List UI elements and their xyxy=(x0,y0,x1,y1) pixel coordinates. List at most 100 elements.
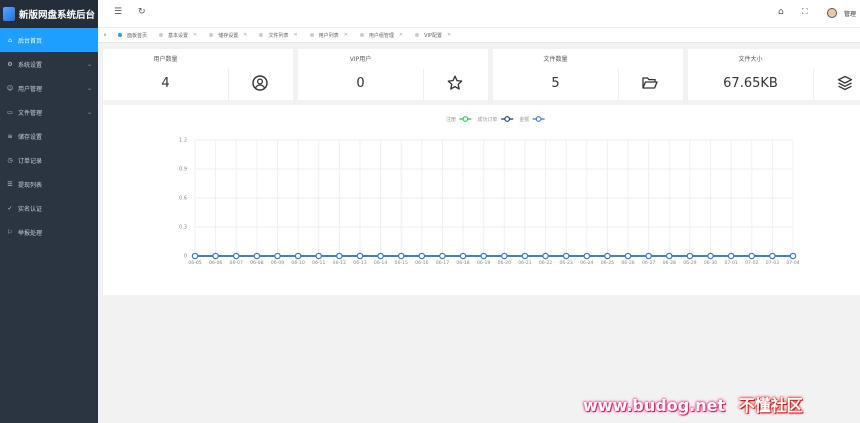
data-point xyxy=(769,252,776,260)
data-point xyxy=(686,252,694,260)
card-value: 67.65KB xyxy=(723,76,778,91)
data-point xyxy=(274,252,281,260)
sidebar-item[interactable]: ☰ 提现列表 xyxy=(0,172,98,196)
data-point xyxy=(294,252,302,260)
tab-close-icon[interactable]: ✕ xyxy=(399,32,403,38)
data-point xyxy=(418,252,425,260)
card-users: 用户数量 4 xyxy=(103,49,293,100)
x-tick-label: 06-11 xyxy=(312,260,325,266)
tab[interactable]: 面板首页 xyxy=(112,28,153,43)
refresh-icon[interactable]: ↻ xyxy=(138,7,146,17)
menu-toggle-icon[interactable]: ☰ xyxy=(114,7,122,17)
brand[interactable]: 新版网盘系统后台 xyxy=(0,0,98,28)
tab-label: 文件列表 xyxy=(268,32,289,39)
user-name[interactable]: 管理 xyxy=(844,9,856,18)
tab[interactable]: 用户列表 ✕ xyxy=(304,28,354,43)
x-tick-label: 06-14 xyxy=(374,260,387,266)
chevron-down-icon: ⌄ xyxy=(86,84,92,92)
tab[interactable]: VIP配置 ✕ xyxy=(409,28,457,43)
card-files: 文件数量 5 xyxy=(493,49,683,100)
tab-label: 基本设置 xyxy=(168,32,189,39)
list-icon: ☰ xyxy=(7,180,13,188)
home-icon[interactable]: ⌂ xyxy=(778,7,784,17)
tab-close-icon[interactable]: ✕ xyxy=(243,32,247,38)
tab[interactable]: 储存设置 ✕ xyxy=(203,28,253,43)
card-title: 文件大小 xyxy=(738,56,763,63)
sidebar-item[interactable]: ≡ 储存设置 xyxy=(0,124,98,148)
gear-icon: ⚙ xyxy=(7,60,13,68)
x-tick-label: 06-26 xyxy=(621,260,634,266)
sidebar-item[interactable]: ⌂ 后台首页 xyxy=(0,28,98,52)
tabs-left-arrow-icon[interactable]: ‹ xyxy=(98,31,112,39)
data-point xyxy=(563,252,570,260)
sidebar-item-label: 提现列表 xyxy=(18,181,43,189)
x-tick-label: 06-21 xyxy=(518,260,531,266)
tab-close-icon[interactable]: ✕ xyxy=(447,32,451,38)
avatar[interactable] xyxy=(827,8,837,18)
x-tick-label: 06-15 xyxy=(395,260,408,266)
chevron-down-icon: ⌄ xyxy=(86,108,92,116)
report-icon: ⚐ xyxy=(7,228,13,236)
data-point xyxy=(398,252,405,260)
data-point xyxy=(336,252,343,260)
data-point xyxy=(624,252,632,260)
tab[interactable]: 基本设置 ✕ xyxy=(153,28,203,43)
sidebar-item[interactable]: ◷ 订单记录 xyxy=(0,148,98,172)
data-point xyxy=(542,252,549,260)
tab[interactable]: 用户组管理 ✕ xyxy=(354,28,409,43)
y-tick-label: 0.9 xyxy=(179,167,187,173)
data-point xyxy=(604,252,611,260)
sidebar-item[interactable]: ✓ 实名认证 xyxy=(0,196,98,220)
x-tick-label: 06-25 xyxy=(601,260,614,266)
sidebar-item[interactable]: ☺ 用户管理 ⌄ xyxy=(0,76,98,100)
x-tick-label: 06-30 xyxy=(704,260,717,266)
x-tick-label: 06-23 xyxy=(559,260,572,266)
legend-label: 注册 xyxy=(446,116,456,123)
sidebar-item-label: 系统设置 xyxy=(18,61,43,69)
sidebar-item-label: 订单记录 xyxy=(18,157,43,165)
user-circle-icon xyxy=(249,73,271,93)
verify-icon: ✓ xyxy=(7,204,13,212)
card-value: 0 xyxy=(356,76,365,91)
legend-marker xyxy=(504,116,511,122)
tabs-bar: ‹ 面板首页 基本设置 ✕ 储存设置 ✕ 文件列表 ✕ 用户列表 ✕ 用户组管理 ✕ VIP配置 ✕ xyxy=(98,28,860,43)
sidebar-item[interactable]: ⚐ 举报处理 xyxy=(0,220,98,244)
x-tick-label: 07-03 xyxy=(766,260,779,266)
tab-dot-icon xyxy=(159,33,164,37)
x-tick-label: 07-02 xyxy=(745,260,758,266)
x-tick-label: 07-01 xyxy=(724,260,737,266)
tab-close-icon[interactable]: ✕ xyxy=(344,32,348,38)
app-logo-icon xyxy=(3,7,15,21)
sidebar-item-label: 文件管理 xyxy=(18,109,43,117)
user-icon: ☺ xyxy=(6,84,14,92)
tab-dot-icon xyxy=(309,33,314,37)
x-tick-label: 06-20 xyxy=(498,260,511,266)
legend-label: 金额 xyxy=(519,116,529,123)
data-point xyxy=(789,252,797,260)
data-point xyxy=(439,252,446,260)
fullscreen-icon[interactable]: ⛶ xyxy=(802,7,808,17)
data-point xyxy=(233,252,240,260)
card-title: VIP用户 xyxy=(349,56,372,63)
y-tick-label: 1.2 xyxy=(179,138,187,144)
tab-close-icon[interactable]: ✕ xyxy=(293,32,297,38)
home-icon: ⌂ xyxy=(8,36,12,44)
sidebar-item[interactable]: ▭ 文件管理 ⌄ xyxy=(0,100,98,124)
sidebar-menu: ⌂ 后台首页 ⚙ 系统设置 ⌄ ☺ 用户管理 ⌄ ▭ 文件管理 ⌄ ≡ 储存设置 ◷ 订单记录 ☰ 提现列表 ✓ 实… xyxy=(0,28,98,244)
x-tick-label: 06-09 xyxy=(271,260,284,266)
tab-close-icon[interactable]: ✕ xyxy=(193,32,197,38)
data-point xyxy=(748,252,755,260)
watermark-name: 不懂社区 xyxy=(738,396,803,415)
tab[interactable]: 文件列表 ✕ xyxy=(253,28,303,43)
tab-dot-icon xyxy=(118,33,122,37)
data-point xyxy=(253,252,261,260)
sidebar-item[interactable]: ⚙ 系统设置 ⌄ xyxy=(0,52,98,76)
data-point xyxy=(191,252,199,260)
x-tick-label: 06-08 xyxy=(250,260,263,266)
topbar: ☰ ↻ ⌂ ⛶ 管理 xyxy=(98,0,860,28)
card-title: 用户数量 xyxy=(153,56,178,63)
sidebar-item-label: 用户管理 xyxy=(18,85,43,93)
tab-dot-icon xyxy=(359,33,364,37)
data-point xyxy=(645,252,652,260)
card-value: 5 xyxy=(551,76,560,91)
